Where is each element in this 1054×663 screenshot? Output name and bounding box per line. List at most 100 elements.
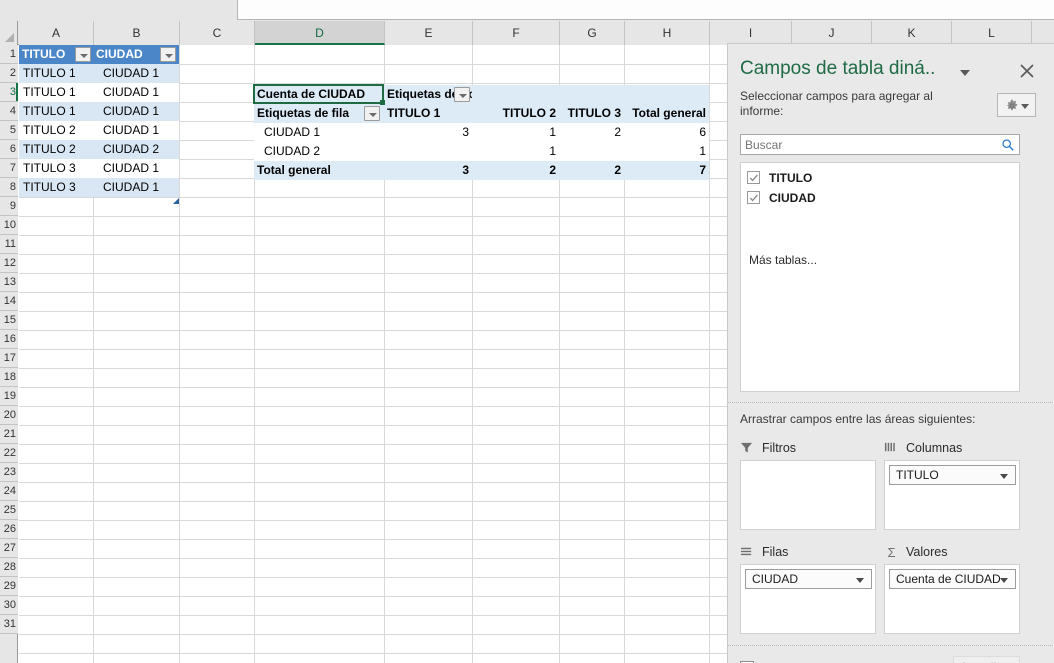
filter-dropdown-icon-columns[interactable] <box>454 87 470 102</box>
search-box[interactable] <box>740 134 1020 155</box>
row-header-22[interactable]: 22 <box>0 444 18 463</box>
row-header-2[interactable]: 2 <box>0 64 18 83</box>
source-cell-r3c1[interactable]: TITULO 1 <box>19 83 93 102</box>
source-cell-r5c1[interactable]: TITULO 2 <box>19 121 93 140</box>
filter-dropdown-icon-ciudad[interactable] <box>160 47 176 62</box>
row-header-21[interactable]: 21 <box>0 425 18 444</box>
row-header-13[interactable]: 13 <box>0 273 18 292</box>
pivot-total-c1[interactable]: 3 <box>384 161 472 180</box>
pivot-cell-r2c1[interactable] <box>384 142 472 161</box>
row-header-17[interactable]: 17 <box>0 349 18 368</box>
pane-settings-button[interactable] <box>997 93 1036 117</box>
column-header-e[interactable]: E <box>385 21 473 45</box>
source-cell-r4c2[interactable]: CIUDAD 1 <box>93 102 179 121</box>
pivot-cell-r1c2[interactable]: 1 <box>472 123 559 142</box>
column-header-k[interactable]: K <box>872 21 952 45</box>
row-header-27[interactable]: 27 <box>0 539 18 558</box>
chevron-down-icon[interactable] <box>1000 474 1008 479</box>
source-cell-r2c2[interactable]: CIUDAD 1 <box>93 64 179 83</box>
pivot-cell-r1c3[interactable]: 2 <box>559 123 624 142</box>
chevron-down-icon[interactable] <box>960 70 970 76</box>
column-header-c[interactable]: C <box>180 21 255 45</box>
column-header-g[interactable]: G <box>560 21 625 45</box>
pivot-total-label[interactable]: Total general <box>254 161 384 180</box>
more-tables-link[interactable]: Más tablas... <box>749 253 817 267</box>
source-cell-r8c2[interactable]: CIUDAD 1 <box>93 178 179 197</box>
pivot-total-c3[interactable]: 2 <box>559 161 624 180</box>
checkbox-ciudad[interactable] <box>747 191 760 204</box>
row-header-10[interactable]: 10 <box>0 216 18 235</box>
field-chip-titulo[interactable]: TITULO <box>889 465 1016 485</box>
row-header-19[interactable]: 19 <box>0 387 18 406</box>
formula-bar[interactable] <box>237 0 1054 20</box>
source-cell-r8c1[interactable]: TITULO 3 <box>19 178 93 197</box>
chevron-down-icon[interactable] <box>856 578 864 583</box>
row-header-18[interactable]: 18 <box>0 368 18 387</box>
row-header-4[interactable]: 4 <box>0 102 18 121</box>
source-cell-r7c1[interactable]: TITULO 3 <box>19 159 93 178</box>
pivot-total-c2[interactable]: 2 <box>472 161 559 180</box>
checkbox-titulo[interactable] <box>747 171 760 184</box>
pivot-col-header-2[interactable]: TITULO 2 <box>472 104 559 123</box>
zone-dropbox-filas[interactable]: CIUDAD <box>740 564 876 634</box>
pivot-col-header-total[interactable]: Total general <box>624 104 709 123</box>
select-all-corner[interactable] <box>0 21 18 45</box>
field-chip-cuenta-ciudad[interactable]: Cuenta de CIUDAD <box>889 569 1016 589</box>
zone-dropbox-valores[interactable]: Cuenta de CIUDAD <box>884 564 1020 634</box>
row-header-30[interactable]: 30 <box>0 596 18 615</box>
field-list[interactable]: TITULO CIUDAD Más tablas... <box>740 162 1020 392</box>
pivot-cell-r1c1[interactable]: 3 <box>384 123 472 142</box>
row-header-3[interactable]: 3 <box>0 83 18 102</box>
column-header-b[interactable]: B <box>94 21 180 45</box>
pivot-row-label-1[interactable]: CIUDAD 1 <box>254 123 384 142</box>
row-header-1[interactable]: 1 <box>0 45 18 64</box>
column-header-l[interactable]: L <box>952 21 1032 45</box>
update-button[interactable]: Actualizar <box>953 656 1020 663</box>
row-header-28[interactable]: 28 <box>0 558 18 577</box>
active-cell-d3[interactable] <box>253 84 385 105</box>
pivot-total-grand[interactable]: 7 <box>624 161 709 180</box>
row-header-24[interactable]: 24 <box>0 482 18 501</box>
row-header-29[interactable]: 29 <box>0 577 18 596</box>
zone-dropbox-columnas[interactable]: TITULO <box>884 460 1020 530</box>
column-header-j[interactable]: J <box>792 21 872 45</box>
column-header-d[interactable]: D <box>255 21 385 45</box>
pivot-col-header-3[interactable]: TITULO 3 <box>559 104 624 123</box>
search-input[interactable] <box>741 135 991 154</box>
close-icon[interactable] <box>1016 60 1038 82</box>
pivot-cell-r2c3[interactable] <box>559 142 624 161</box>
row-header-12[interactable]: 12 <box>0 254 18 273</box>
source-cell-r6c2[interactable]: CIUDAD 2 <box>93 140 179 159</box>
row-header-9[interactable]: 9 <box>0 197 18 216</box>
row-header-16[interactable]: 16 <box>0 330 18 349</box>
row-header-15[interactable]: 15 <box>0 311 18 330</box>
chevron-down-icon[interactable] <box>1000 578 1008 583</box>
row-header-26[interactable]: 26 <box>0 520 18 539</box>
source-cell-r5c2[interactable]: CIUDAD 1 <box>93 121 179 140</box>
column-header-f[interactable]: F <box>473 21 560 45</box>
source-cell-r4c1[interactable]: TITULO 1 <box>19 102 93 121</box>
column-header-h[interactable]: H <box>625 21 710 45</box>
pivot-cell-r2c2[interactable]: 1 <box>472 142 559 161</box>
source-cell-r7c2[interactable]: CIUDAD 1 <box>93 159 179 178</box>
pivot-cell-r2total[interactable]: 1 <box>624 142 709 161</box>
field-chip-ciudad[interactable]: CIUDAD <box>745 569 872 589</box>
row-header-7[interactable]: 7 <box>0 159 18 178</box>
row-header-23[interactable]: 23 <box>0 463 18 482</box>
pivot-col-header-1[interactable]: TITULO 1 <box>384 104 472 123</box>
row-header-5[interactable]: 5 <box>0 121 18 140</box>
row-header-25[interactable]: 25 <box>0 501 18 520</box>
row-header-31[interactable]: 31 <box>0 615 18 634</box>
filter-dropdown-icon-rows[interactable] <box>364 106 380 121</box>
column-header-i[interactable]: I <box>710 21 792 45</box>
column-header-a[interactable]: A <box>19 21 94 45</box>
pivot-cell-r1total[interactable]: 6 <box>624 123 709 142</box>
table-resize-handle[interactable] <box>173 198 179 204</box>
source-cell-r6c1[interactable]: TITULO 2 <box>19 140 93 159</box>
zone-dropbox-filtros[interactable] <box>740 460 876 530</box>
row-header-8[interactable]: 8 <box>0 178 18 197</box>
source-cell-r3c2[interactable]: CIUDAD 1 <box>93 83 179 102</box>
row-header-11[interactable]: 11 <box>0 235 18 254</box>
filter-dropdown-icon-titulo[interactable] <box>75 47 91 62</box>
row-header-20[interactable]: 20 <box>0 406 18 425</box>
